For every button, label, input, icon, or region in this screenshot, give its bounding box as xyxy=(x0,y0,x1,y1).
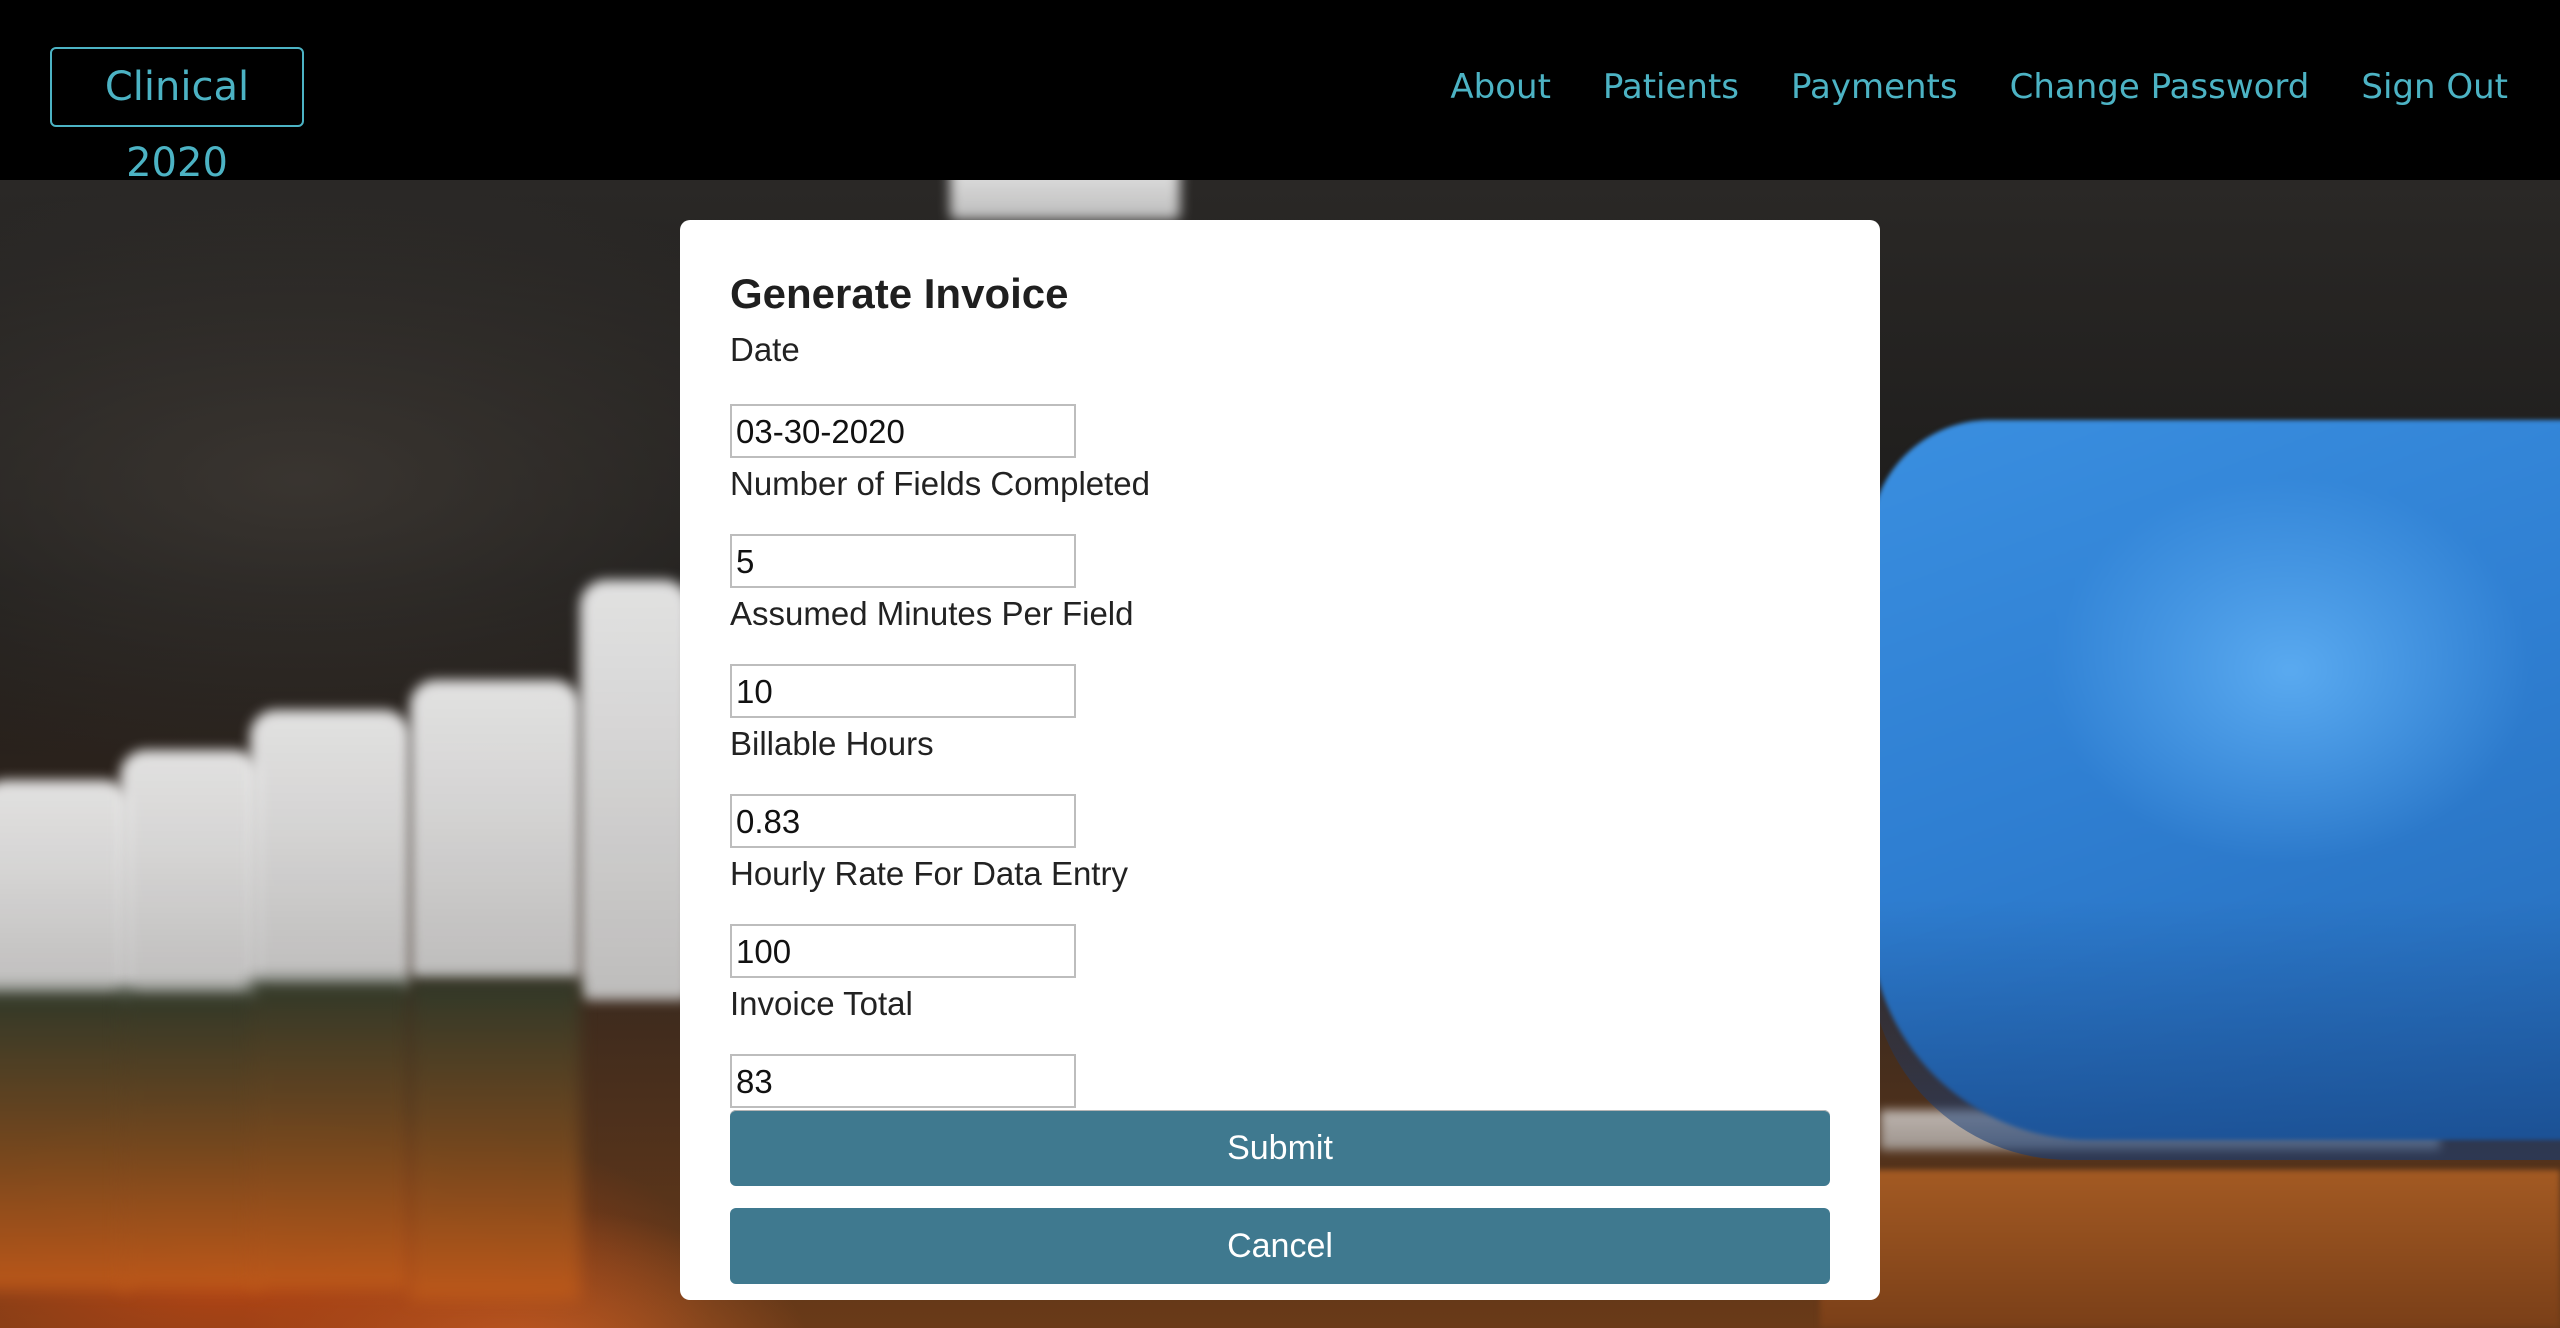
cancel-button[interactable]: Cancel xyxy=(730,1208,1830,1284)
invoice-total-label: Invoice Total xyxy=(730,985,913,1022)
background-tray xyxy=(1820,1170,2560,1328)
fields-completed-label: Number of Fields Completed xyxy=(730,465,1151,502)
invoice-total-input[interactable] xyxy=(730,1054,1076,1108)
bottle-body xyxy=(250,980,410,1290)
page: Clinical 2020 About Patients Payments Ch… xyxy=(0,0,2560,1328)
fields-completed-input[interactable] xyxy=(730,534,1076,588)
submit-button[interactable]: Submit xyxy=(730,1110,1830,1186)
nav-links: About Patients Payments Change Password … xyxy=(1450,62,2508,112)
bottle-cap xyxy=(250,710,410,990)
bottle-cap xyxy=(580,580,690,1000)
brand-logo-link[interactable]: Clinical 2020 xyxy=(50,47,304,186)
bottle-body xyxy=(120,990,260,1290)
hourly-rate-input[interactable] xyxy=(730,924,1076,978)
navbar: Clinical 2020 About Patients Payments Ch… xyxy=(0,0,2560,186)
bottle-cap xyxy=(0,780,130,1000)
nav-link-sign-out[interactable]: Sign Out xyxy=(2361,62,2508,112)
bottle-body xyxy=(0,990,130,1290)
gloved-hand-shade xyxy=(1870,900,2560,1160)
form-title: Generate Invoice xyxy=(730,270,1069,317)
bottle-cap xyxy=(410,680,580,980)
bottle-body xyxy=(410,980,580,1300)
billable-hours-input[interactable] xyxy=(730,794,1076,848)
date-input[interactable] xyxy=(730,404,1076,458)
nav-link-patients[interactable]: Patients xyxy=(1603,62,1739,112)
nav-link-payments[interactable]: Payments xyxy=(1791,62,1958,112)
date-label: Date xyxy=(730,331,800,368)
minutes-per-field-label: Assumed Minutes Per Field xyxy=(730,595,1134,632)
billable-hours-label: Billable Hours xyxy=(730,725,934,762)
invoice-form-card: Generate Invoice Date Number of Fields C… xyxy=(680,220,1880,1300)
hourly-rate-label: Hourly Rate For Data Entry xyxy=(730,855,1128,892)
nav-link-about[interactable]: About xyxy=(1450,62,1551,112)
nav-link-change-password[interactable]: Change Password xyxy=(2010,62,2310,112)
minutes-per-field-input[interactable] xyxy=(730,664,1076,718)
bottle-cap xyxy=(120,750,260,1000)
